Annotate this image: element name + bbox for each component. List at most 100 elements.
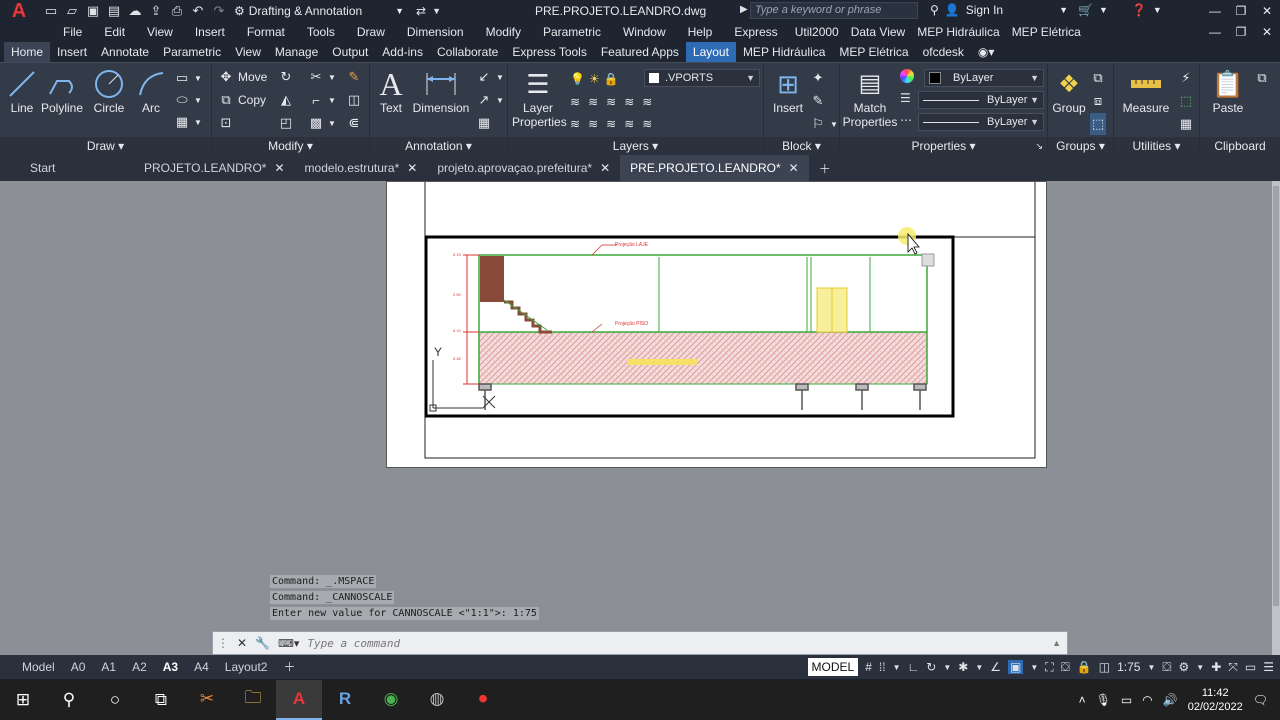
doc-tab-pre-projeto-leandro[interactable]: PRE.PROJETO.LEANDRO* ✕ <box>620 155 809 181</box>
layout-tab-a1[interactable]: A1 <box>93 655 124 679</box>
new-tab-button[interactable]: ＋ <box>809 155 841 181</box>
ellipse-tool[interactable]: ⬭ ▼ <box>174 89 201 111</box>
scale-value[interactable]: 1:75 <box>1117 660 1140 674</box>
grid-icon[interactable]: # <box>865 660 872 674</box>
osnap-icon[interactable]: ✱ <box>958 660 968 674</box>
trim-button[interactable]: ✂ ▼ <box>308 66 336 88</box>
globe-app-icon[interactable]: ◍ <box>414 680 460 720</box>
clock[interactable]: 11:42 02/02/2022 <box>1188 686 1243 714</box>
dimension-button[interactable]: Dimension <box>412 67 470 115</box>
panel-launcher-icon[interactable]: ↘ <box>1035 137 1043 155</box>
menu-dimension[interactable]: Dimension <box>396 25 475 39</box>
menu-parametric[interactable]: Parametric <box>532 25 612 39</box>
wrench-icon[interactable]: 🔧 <box>255 636 270 650</box>
close-icon[interactable]: ✕ <box>407 161 417 175</box>
restore-icon[interactable]: ❐ <box>1228 22 1254 42</box>
menu-edit[interactable]: Edit <box>93 25 136 39</box>
close-icon[interactable]: ✕ <box>274 161 284 175</box>
paste-button[interactable]: 📋 Paste <box>1208 67 1248 116</box>
move-button[interactable]: ✥ Move <box>218 66 268 88</box>
fillet-button[interactable]: ⌐ ▼ <box>308 89 336 111</box>
battery-icon[interactable]: ▭ <box>1121 693 1132 707</box>
layout-tab-layout2[interactable]: Layout2 <box>217 655 276 679</box>
minimize-icon[interactable]: — <box>1202 22 1228 42</box>
clipboard-panel-title[interactable]: Clipboard <box>1200 137 1280 155</box>
properties-panel-title[interactable]: Properties ▾ ↘ <box>840 137 1047 155</box>
linetype-dropdown[interactable]: ByLayer ▼ <box>918 113 1044 131</box>
layer-previous-icon[interactable]: ≋ <box>642 95 652 109</box>
annotation-visibility-icon[interactable]: ⛋ <box>1162 660 1171 675</box>
layer-freeze-icon[interactable]: ≋ <box>606 117 616 131</box>
file-explorer-icon[interactable]: 🗀 <box>230 680 276 720</box>
tab-annotate[interactable]: Annotate <box>94 42 156 62</box>
close-icon[interactable]: ✕ <box>600 161 610 175</box>
customize-icon[interactable]: ☰ <box>1263 660 1274 674</box>
chevron-down-icon[interactable]: ▼ <box>1099 5 1108 15</box>
linetype-icon[interactable]: ⋯ <box>900 113 912 127</box>
chevron-down-icon[interactable]: ▼ <box>1153 5 1162 15</box>
leader-button[interactable]: ↙ ▼ <box>476 66 504 88</box>
rotate-button[interactable]: ↻ <box>278 66 294 88</box>
layer-dropdown[interactable]: .VPORTS ▼ <box>644 69 760 87</box>
ungroup-button[interactable]: ⧉ <box>1090 67 1106 89</box>
tab-output[interactable]: Output <box>325 42 375 62</box>
menu-mep-eletrica[interactable]: MEP Elétrica <box>1006 25 1087 39</box>
erase-button[interactable]: ✎ <box>346 66 362 88</box>
menu-window[interactable]: Window <box>612 25 677 39</box>
wifi-icon[interactable]: ◠ <box>1142 693 1152 707</box>
scale-button[interactable]: ◰ <box>278 112 294 134</box>
annotation-panel-title[interactable]: Annotation ▾ <box>370 137 507 155</box>
rectangle-tool[interactable]: ▭ ▼ <box>174 67 202 89</box>
groups-panel-title[interactable]: Groups ▾ <box>1048 137 1113 155</box>
table-button[interactable]: ▦ <box>476 112 492 134</box>
windows-start-icon[interactable]: ⊞ <box>0 680 46 720</box>
chevron-down-icon[interactable]: ▼ <box>943 663 951 672</box>
layer-unlock-icon[interactable]: ≋ <box>624 117 634 131</box>
bulb-icon[interactable]: 💡 <box>570 72 585 86</box>
mirror-button[interactable]: ◭ <box>278 89 294 111</box>
autocad-logo[interactable]: A <box>0 0 38 22</box>
tab-layout[interactable]: Layout <box>685 42 736 62</box>
circle-button[interactable]: Circle <box>92 67 126 115</box>
menu-data-view[interactable]: Data View <box>845 25 911 39</box>
draw-panel-title[interactable]: Draw ▾ <box>0 137 211 155</box>
cortana-icon[interactable]: ○ <box>92 680 138 720</box>
lineweight-icon[interactable]: ☰ <box>900 91 911 105</box>
group-button[interactable]: ❖ Group <box>1050 67 1088 116</box>
tab-home[interactable]: Home <box>4 42 51 62</box>
save-icon[interactable]: ▣ <box>86 3 100 19</box>
select-all-button[interactable]: ⬚ <box>1178 90 1194 112</box>
open-folder-icon[interactable]: ▱ <box>65 3 79 19</box>
customize-dropdown-icon[interactable]: ▼ <box>432 6 441 16</box>
model-space-toggle[interactable]: MODEL <box>807 658 859 676</box>
hardware-accel-icon[interactable]: ▭ <box>1245 660 1256 674</box>
measure-button[interactable]: Measure <box>1120 67 1172 115</box>
menu-format[interactable]: Format <box>236 25 296 39</box>
share-icon[interactable]: ⇄ <box>416 4 426 18</box>
menu-insert[interactable]: Insert <box>184 25 236 39</box>
menu-view[interactable]: View <box>136 25 184 39</box>
chevron-down-icon[interactable]: ▼ <box>1059 5 1068 15</box>
recorder-icon[interactable]: ⏺ <box>460 680 506 720</box>
tab-addins[interactable]: Add-ins <box>375 42 430 62</box>
color-dropdown[interactable]: ByLayer ▼ <box>924 69 1044 87</box>
drawing-canvas[interactable]: 0.15 2.50 0.10 0.45 Projeção LAJE Projeç… <box>0 181 1272 655</box>
sun-icon[interactable]: ☀ <box>589 72 600 86</box>
chevron-down-icon[interactable]: ▼ <box>975 663 983 672</box>
close-icon[interactable]: ✕ <box>1254 22 1280 42</box>
menu-draw[interactable]: Draw <box>346 25 396 39</box>
tab-manage[interactable]: Manage <box>268 42 325 62</box>
layout-tab-a3[interactable]: A3 <box>155 655 186 679</box>
lineweight-dropdown[interactable]: ByLayer ▼ <box>918 91 1044 109</box>
layer-off-icon[interactable]: ≋ <box>606 95 616 109</box>
layout-tab-model[interactable]: Model <box>0 655 63 679</box>
menu-tools[interactable]: Tools <box>296 25 346 39</box>
utilities-panel-title[interactable]: Utilities ▾ <box>1114 137 1199 155</box>
help-icon[interactable]: ❓ <box>1132 3 1147 17</box>
sign-in-label[interactable]: Sign In <box>966 3 1003 17</box>
chevron-up-icon[interactable]: ▲ <box>1052 638 1061 648</box>
volume-icon[interactable]: 🔊 <box>1163 693 1178 707</box>
layer-properties-button[interactable]: ☰ Layer Properties <box>512 67 567 129</box>
binoculars-icon[interactable]: ⚲ <box>930 3 939 17</box>
snap-icon[interactable]: ⁞⁞ <box>879 660 886 674</box>
